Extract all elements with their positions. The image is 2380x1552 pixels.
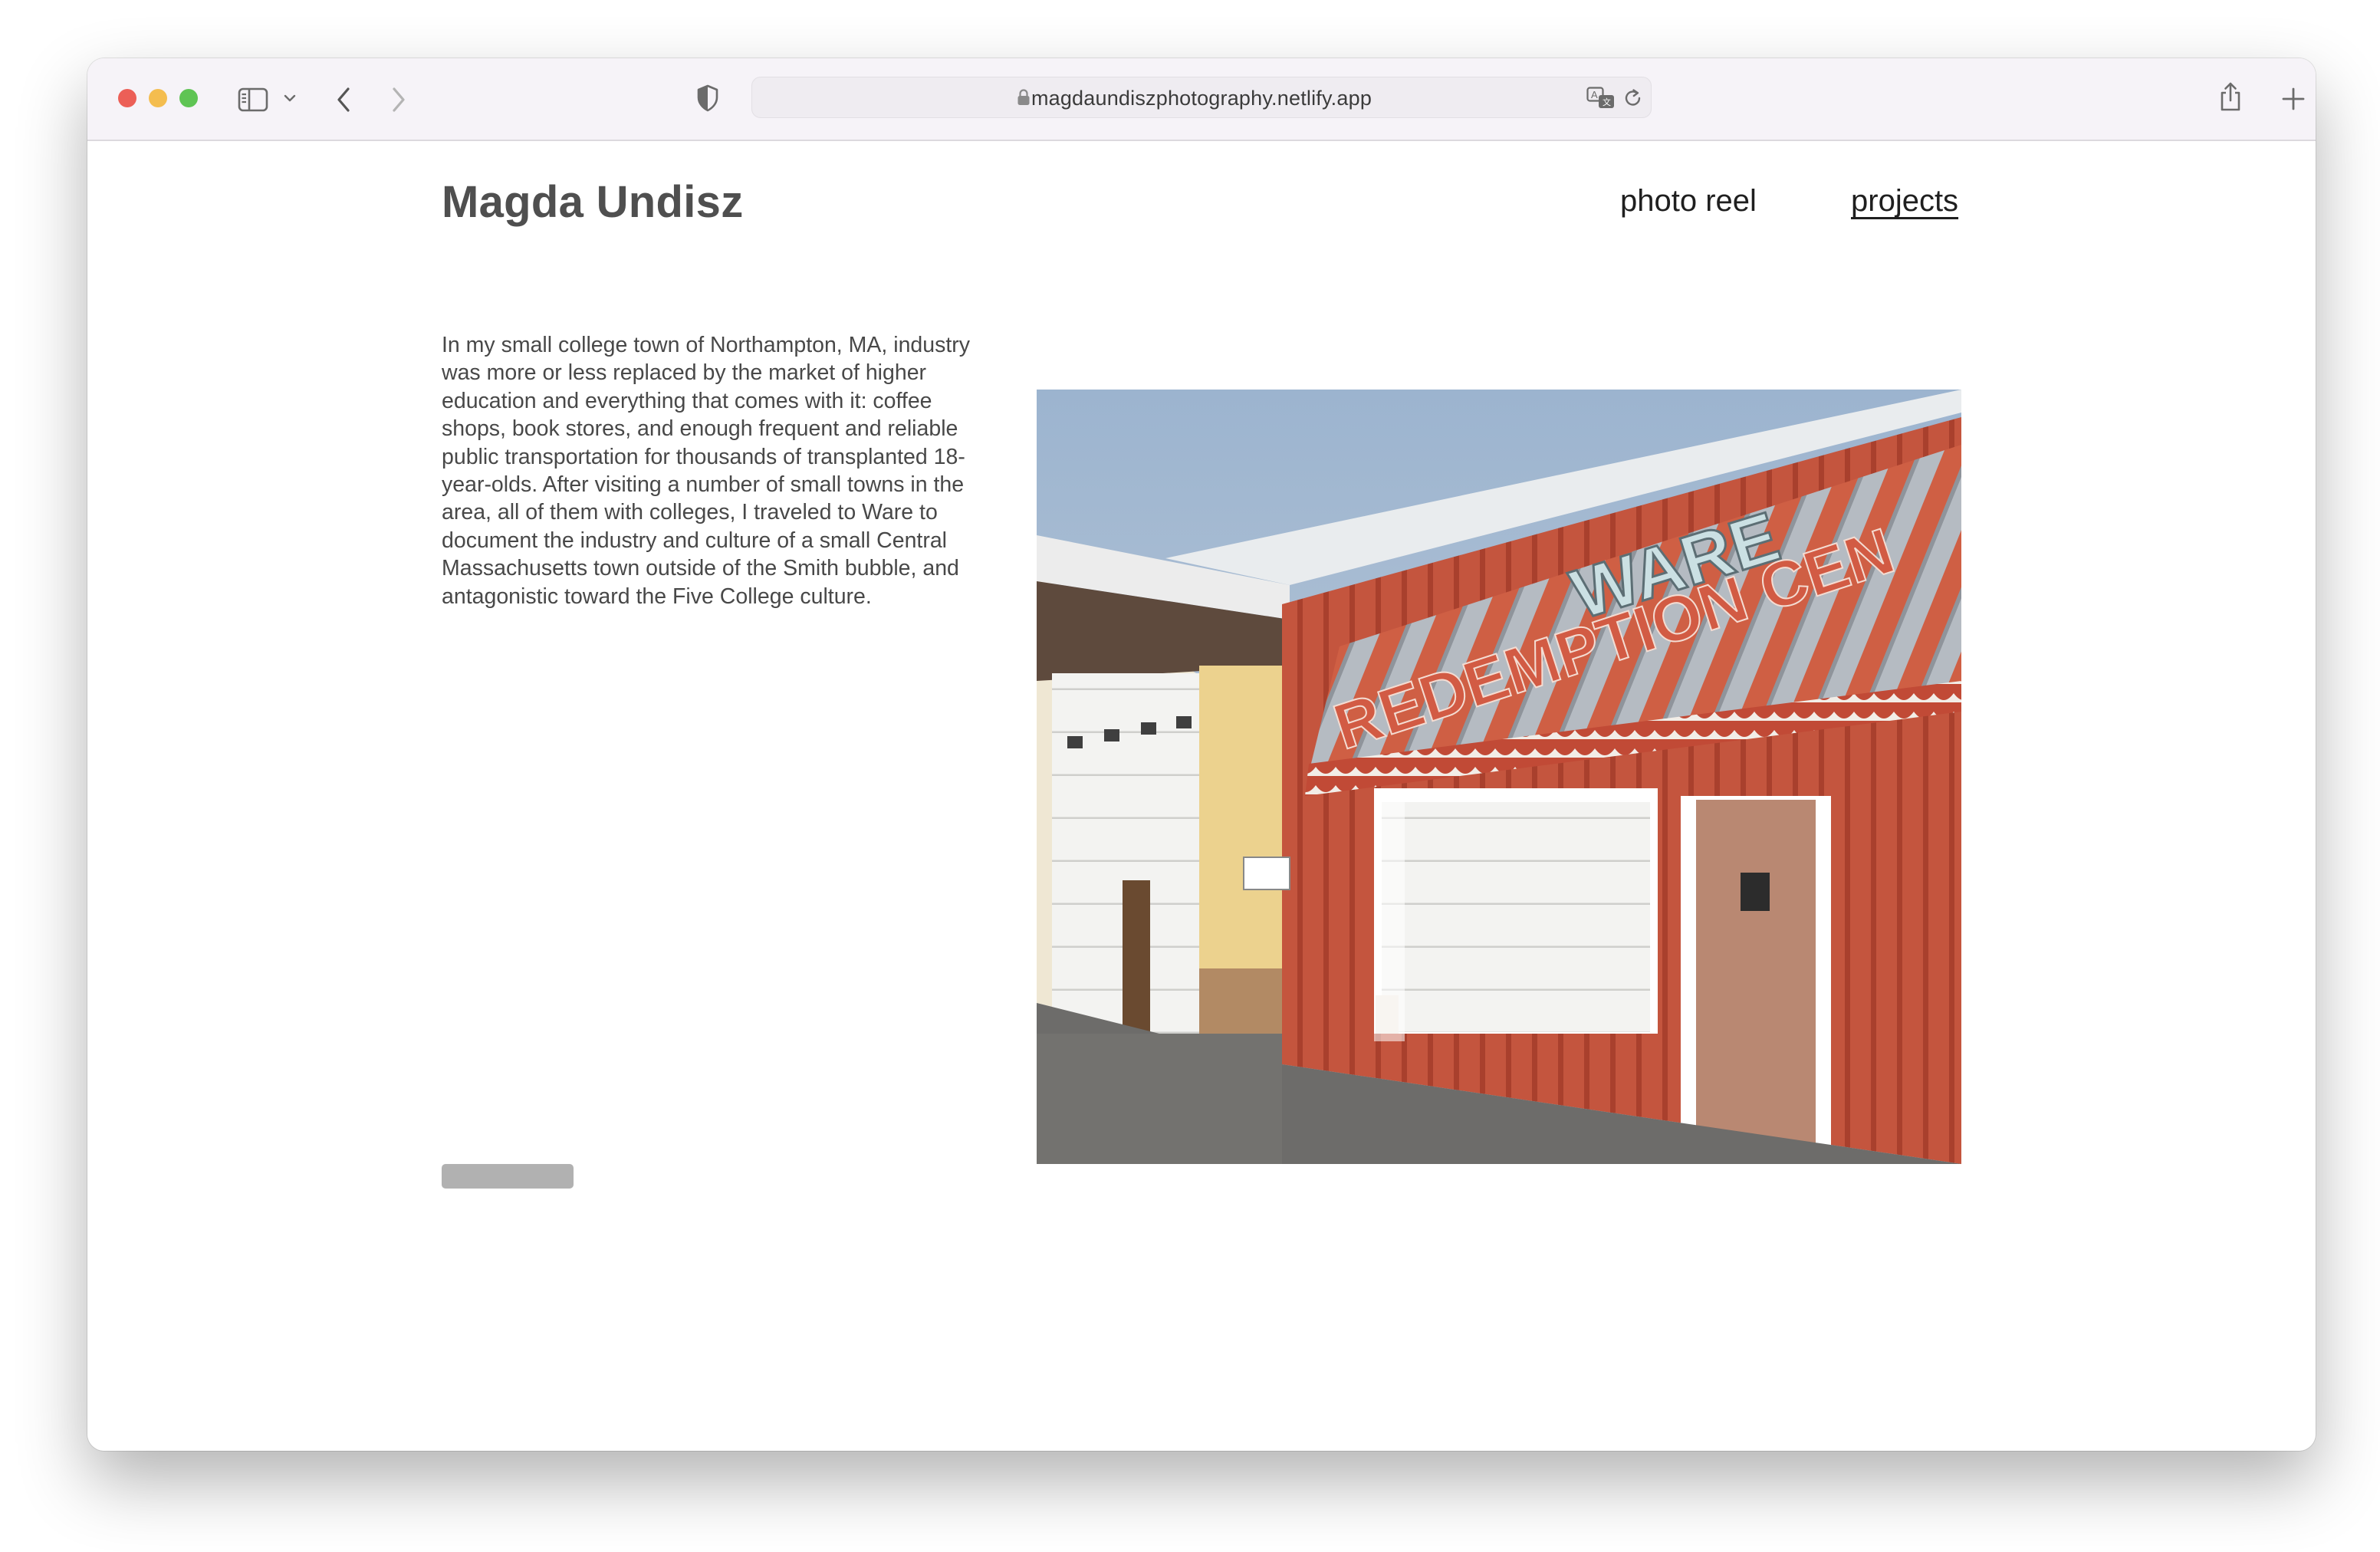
chevron-down-icon[interactable] [284,94,296,103]
share-icon[interactable] [2219,81,2242,112]
site-title[interactable]: Magda Undisz [442,176,744,228]
url-text: magdaundiszphotography.netlify.app [1031,87,1372,110]
shield-icon[interactable] [696,84,719,112]
placeholder-bar [442,1164,574,1189]
minimize-window-button[interactable] [149,89,167,107]
sidebar-icon[interactable] [238,87,268,112]
address-bar[interactable]: magdaundiszphotography.netlify.app A 文 [751,77,1652,118]
zoom-window-button[interactable] [179,89,198,107]
translate-icon[interactable]: A 文 [1586,87,1616,110]
forward-icon[interactable] [390,86,408,113]
plus-icon[interactable] [2282,87,2305,110]
browser-toolbar: magdaundiszphotography.netlify.app A 文 [87,58,2316,141]
project-description: In my small college town of Northampton,… [442,333,971,609]
nav-projects-link[interactable]: projects [1851,184,1958,219]
project-photo[interactable]: WARE REDEMPTION CEN [1037,390,1961,1164]
close-window-button[interactable] [118,89,136,107]
svg-text:文: 文 [1603,97,1611,107]
page-content: Magda Undisz photo reel projects In my s… [87,141,2316,1451]
nav-photo-reel-link[interactable]: photo reel [1620,184,1757,219]
svg-text:A: A [1591,89,1598,100]
reload-icon[interactable] [1623,87,1643,109]
back-icon[interactable] [334,86,353,113]
browser-window: magdaundiszphotography.netlify.app A 文 M… [87,58,2316,1451]
